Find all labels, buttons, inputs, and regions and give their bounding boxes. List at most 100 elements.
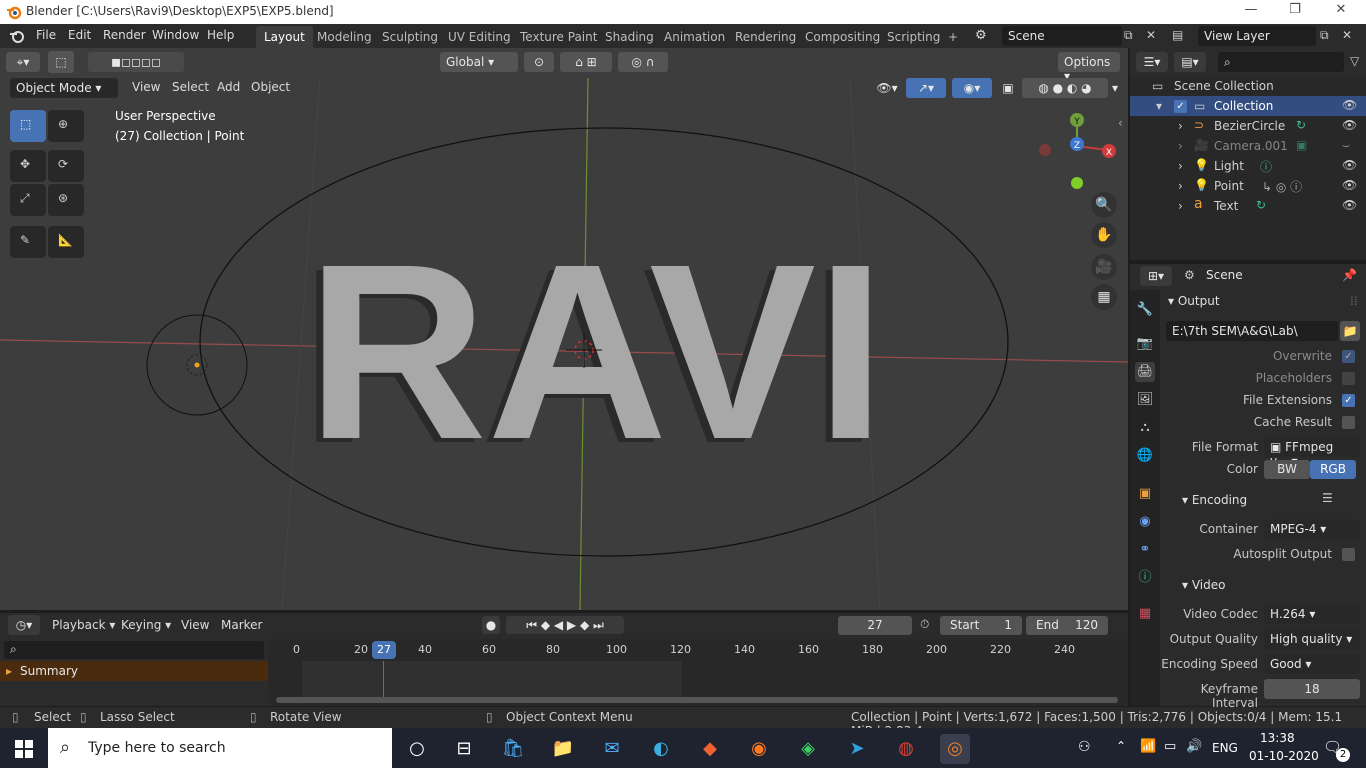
- tool-move[interactable]: ✥: [10, 150, 46, 182]
- tab-sculpting[interactable]: Sculpting: [374, 26, 446, 48]
- tab-texture-paint[interactable]: Texture Paint: [512, 26, 605, 48]
- camera-view-icon[interactable]: 🎥: [1091, 254, 1117, 280]
- summary-row[interactable]: ▸ Summary: [0, 661, 268, 681]
- expand-icon[interactable]: ›: [1178, 119, 1183, 133]
- data-props-icon[interactable]: ⓘ: [1135, 568, 1155, 588]
- eye-icon[interactable]: 👁: [1342, 198, 1357, 212]
- shading-dropdown-icon[interactable]: ▾: [1108, 78, 1122, 98]
- expand-summary-icon[interactable]: ▸: [6, 664, 12, 678]
- physics-props-icon[interactable]: ◉: [1135, 512, 1155, 532]
- chrome-icon[interactable]: ◍: [891, 734, 921, 764]
- remove-view-layer-icon[interactable]: ✕: [1342, 28, 1352, 42]
- outliner-search-input[interactable]: ⌕: [1218, 52, 1344, 72]
- container-dropdown[interactable]: MPEG-4 ▾: [1264, 519, 1360, 539]
- blender-menu-icon[interactable]: [8, 28, 26, 44]
- cache-result-checkbox[interactable]: [1342, 416, 1355, 429]
- output-path-input[interactable]: E:\7th SEM\A&G\Lab\: [1166, 321, 1338, 341]
- tool-props-icon[interactable]: 🔧: [1135, 300, 1155, 320]
- telegram-icon[interactable]: ➤: [842, 734, 872, 764]
- viewport-menu-object[interactable]: Object: [251, 80, 290, 94]
- xray-icon[interactable]: ▣: [998, 78, 1018, 98]
- file-format-dropdown[interactable]: ▣ FFmpeg v... ▾: [1264, 437, 1360, 468]
- record-icon[interactable]: ●: [482, 616, 500, 634]
- language-indicator[interactable]: ENG: [1212, 741, 1238, 755]
- people-icon[interactable]: ⚇: [1078, 739, 1091, 755]
- visibility-icon[interactable]: 👁▾: [872, 78, 902, 98]
- eye-hidden-icon[interactable]: ⌣: [1342, 138, 1350, 153]
- output-props-icon[interactable]: 🖨: [1135, 362, 1155, 382]
- tab-animation[interactable]: Animation: [656, 26, 733, 48]
- render-props-icon[interactable]: 📷: [1135, 334, 1155, 354]
- clock-date[interactable]: 01-10-2020: [1249, 749, 1319, 763]
- tool-annotate[interactable]: ✎: [10, 226, 46, 258]
- volume-icon[interactable]: 🔊: [1186, 739, 1202, 754]
- brave-icon[interactable]: ◆: [695, 734, 725, 764]
- world-props-icon[interactable]: 🌐: [1135, 446, 1155, 466]
- color-bw-button[interactable]: BW: [1264, 460, 1310, 479]
- playhead-frame[interactable]: 27: [372, 641, 396, 659]
- battery-icon[interactable]: ▭: [1164, 739, 1176, 754]
- edge-icon[interactable]: ◐: [646, 734, 676, 764]
- expand-collection-icon[interactable]: ▾: [1156, 99, 1162, 113]
- file-explorer-icon[interactable]: 📁: [548, 734, 578, 764]
- 3d-viewport[interactable]: RAVI RAVI Y Z X ⌖▾ ⬚ ◼◻◻◻◻ Global ▾ ⊙ ⌂ …: [0, 48, 1128, 610]
- keyframe-interval-field[interactable]: 18: [1264, 679, 1360, 699]
- filter-icon[interactable]: ▽: [1350, 54, 1359, 68]
- proportional-edit-icon[interactable]: ◎ ∩: [618, 52, 668, 72]
- placeholders-checkbox[interactable]: [1342, 372, 1355, 385]
- overwrite-checkbox[interactable]: ✓: [1342, 350, 1355, 363]
- outliner-item-text[interactable]: › a Text ↻ 👁: [1130, 196, 1366, 216]
- outliner-item-point[interactable]: › 💡 Point ↳ ◎ ⓘ 👁: [1130, 176, 1366, 196]
- outliner-item-light[interactable]: › 💡 Light ⓘ 👁: [1130, 156, 1366, 176]
- view-layer-props-icon[interactable]: 🖼: [1135, 390, 1155, 410]
- tab-compositing[interactable]: Compositing: [797, 26, 888, 48]
- outliner-item-camera[interactable]: › 🎥 Camera.001 ▣ ⌣: [1130, 136, 1366, 156]
- cortana-icon[interactable]: ○: [402, 734, 432, 764]
- output-quality-dropdown[interactable]: High quality ▾: [1264, 629, 1360, 649]
- outliner-item-beziercircle[interactable]: › ⊃ BezierCircle ↻ 👁: [1130, 116, 1366, 136]
- taskbar-search-box[interactable]: ⌕ Type here to search: [48, 728, 392, 768]
- start-frame-field[interactable]: Start 1: [940, 616, 1022, 635]
- view-layer-field[interactable]: View Layer: [1198, 26, 1316, 46]
- menu-help[interactable]: Help: [207, 28, 234, 42]
- network-icon[interactable]: 📶: [1140, 739, 1156, 754]
- task-view-icon[interactable]: ⊟: [449, 734, 479, 764]
- snap-icon[interactable]: ⌂ ⊞: [560, 52, 612, 72]
- tool-cursor[interactable]: ⊕: [48, 110, 84, 142]
- tab-layout[interactable]: Layout: [256, 26, 313, 48]
- tab-scripting[interactable]: Scripting: [879, 26, 948, 48]
- remove-scene-icon[interactable]: ✕: [1146, 28, 1156, 42]
- photos-icon[interactable]: ◈: [793, 734, 823, 764]
- tool-scale[interactable]: ⤢: [10, 184, 46, 216]
- text-object-ravi[interactable]: RAVI: [307, 212, 886, 491]
- timeline-menu-view[interactable]: View: [181, 618, 209, 632]
- collection-checkbox[interactable]: ✓: [1174, 100, 1187, 113]
- folder-icon[interactable]: 📁: [1340, 321, 1360, 341]
- blender-taskbar-icon[interactable]: ◎: [940, 734, 970, 764]
- pin-icon[interactable]: 📌: [1342, 268, 1357, 282]
- shading-modes-icon[interactable]: ◍ ● ◐ ◕: [1022, 78, 1108, 98]
- editor-type-icon[interactable]: ⌖▾: [6, 52, 40, 72]
- outliner-editor-type-icon[interactable]: ☰▾: [1136, 52, 1168, 72]
- zoom-icon[interactable]: 🔍: [1091, 192, 1117, 218]
- select-tool-icon[interactable]: ⬚: [48, 51, 74, 73]
- tool-select[interactable]: ⬚: [10, 110, 46, 142]
- current-frame-field[interactable]: 27: [838, 616, 912, 635]
- properties-editor-type-icon[interactable]: ⊞▾: [1140, 266, 1172, 286]
- timeline-menu-playback[interactable]: Playback ▾: [52, 618, 115, 632]
- preset-list-icon[interactable]: ☰: [1322, 491, 1333, 505]
- drag-handle-icon[interactable]: ⁞⁞: [1350, 294, 1358, 308]
- scene-props-tab-icon[interactable]: ⛬: [1135, 418, 1155, 438]
- eye-icon[interactable]: 👁: [1342, 98, 1357, 112]
- sidebar-toggle-icon[interactable]: ‹: [1118, 116, 1123, 130]
- store-icon[interactable]: 🛍: [498, 734, 528, 764]
- tool-measure[interactable]: 📐: [48, 226, 84, 258]
- constraints-props-icon[interactable]: ⚭: [1135, 540, 1155, 560]
- overlay-toggle-icon[interactable]: ◉▾: [952, 78, 992, 98]
- timeline-track-area[interactable]: 0 20 40 60 80 100 120 140 160 180 200 22…: [268, 639, 1128, 705]
- autosplit-checkbox[interactable]: [1342, 548, 1355, 561]
- mail-icon[interactable]: ✉: [597, 734, 627, 764]
- timeline-menu-keying[interactable]: Keying ▾: [121, 618, 171, 632]
- eye-icon[interactable]: 👁: [1342, 178, 1357, 192]
- close-button[interactable]: ✕: [1331, 2, 1351, 17]
